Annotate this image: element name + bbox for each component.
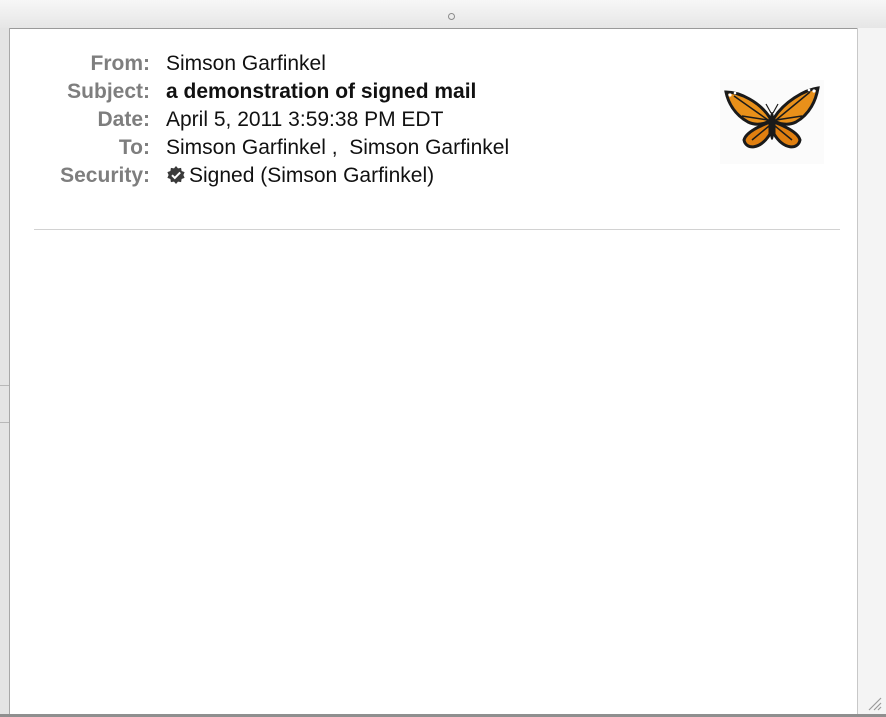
left-pane-edge — [0, 28, 10, 717]
security-value[interactable]: Signed (Simson Garfinkel) — [189, 164, 434, 187]
header-row-security: Security: Signed (Simson Garfinkel) — [20, 162, 509, 190]
security-label: Security: — [60, 164, 150, 187]
to-label: To: — [118, 136, 150, 159]
security-value-wrap: Signed (Simson Garfinkel) — [166, 162, 434, 190]
mail-message-window: From: Simson Garfinkel Subject: a demons… — [0, 0, 886, 717]
edge-divider — [0, 385, 9, 386]
from-label: From: — [90, 52, 151, 75]
to-recipient-2[interactable]: Simson Garfinkel — [349, 136, 509, 159]
sender-avatar — [720, 80, 824, 164]
pane-split-bar[interactable] — [0, 0, 886, 29]
header-row-subject: Subject: a demonstration of signed mail — [20, 78, 509, 106]
from-value[interactable]: Simson Garfinkel — [166, 50, 326, 78]
split-handle-icon[interactable] — [448, 13, 455, 20]
header-row-date: Date: April 5, 2011 3:59:38 PM EDT — [20, 106, 509, 134]
vertical-scrollbar[interactable] — [857, 28, 886, 717]
subject-value: a demonstration of signed mail — [166, 80, 477, 103]
to-separator: , — [325, 136, 350, 159]
butterfly-image — [724, 86, 820, 149]
resize-grip-icon[interactable] — [866, 695, 882, 711]
subject-label: Subject: — [67, 80, 150, 103]
header-divider — [34, 229, 840, 230]
edge-divider — [0, 422, 9, 423]
verified-badge-icon[interactable] — [166, 165, 186, 185]
header-row-to: To: Simson Garfinkel , Simson Garfinkel — [20, 134, 509, 162]
date-label: Date: — [97, 108, 150, 131]
date-value: April 5, 2011 3:59:38 PM EDT — [166, 108, 444, 131]
message-headers: From: Simson Garfinkel Subject: a demons… — [20, 50, 509, 190]
to-values: Simson Garfinkel , Simson Garfinkel — [166, 134, 509, 162]
header-row-from: From: Simson Garfinkel — [20, 50, 509, 78]
to-recipient-1[interactable]: Simson Garfinkel — [166, 136, 326, 159]
